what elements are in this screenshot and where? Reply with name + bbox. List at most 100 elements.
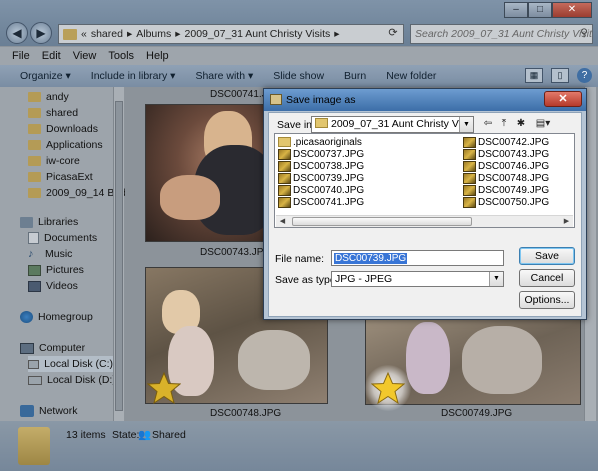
- breadcrumb-more[interactable]: «: [81, 28, 87, 40]
- drive-icon: [28, 375, 42, 385]
- menu-view[interactable]: View: [73, 50, 97, 62]
- file-name: DSC00739.JPG: [293, 172, 365, 184]
- nav-folder-andy[interactable]: andy: [28, 89, 69, 105]
- nav-computer[interactable]: Computer: [20, 340, 85, 356]
- list-item[interactable]: DSC00741.JPG: [278, 196, 364, 208]
- view-menu-icon[interactable]: ▤▾: [533, 117, 553, 131]
- dialog-titlebar[interactable]: Save image as ✕: [264, 89, 586, 111]
- jpg-file-icon: [463, 160, 476, 172]
- folder-icon: [63, 28, 77, 40]
- list-item[interactable]: .picasaoriginals: [278, 136, 362, 148]
- breadcrumb-albums[interactable]: Albums: [136, 28, 171, 40]
- menu-edit[interactable]: Edit: [42, 50, 61, 62]
- maximize-button[interactable]: □: [528, 2, 552, 18]
- nav-homegroup[interactable]: Homegroup: [20, 309, 93, 325]
- list-item[interactable]: DSC00750.JPG: [463, 196, 549, 208]
- up-folder-icon[interactable]: ⤒: [497, 117, 511, 131]
- back-button[interactable]: ◀: [6, 22, 28, 44]
- new-folder-button[interactable]: New folder: [376, 70, 446, 82]
- help-icon[interactable]: ?: [577, 68, 592, 83]
- list-item[interactable]: DSC00749.JPG: [463, 184, 549, 196]
- list-item[interactable]: DSC00742.JPG: [463, 136, 549, 148]
- list-item[interactable]: DSC00738.JPG: [278, 160, 364, 172]
- hscrollbar-thumb[interactable]: [292, 217, 472, 226]
- thumbnail-caption: DSC00749.JPG: [441, 408, 513, 419]
- preview-pane-icon[interactable]: ▯: [551, 68, 569, 83]
- nav-videos[interactable]: Videos: [28, 278, 78, 294]
- nav-drive-d[interactable]: Local Disk (D:): [28, 372, 116, 388]
- file-name: DSC00742.JPG: [478, 136, 550, 148]
- picture-icon: [270, 94, 282, 105]
- details-pane: 13 items State: 👥 Shared: [0, 421, 598, 471]
- file-name-input[interactable]: DSC00739.JPG: [331, 250, 504, 266]
- breadcrumb-current[interactable]: 2009_07_31 Aunt Christy Visits: [185, 28, 331, 40]
- save-in-dropdown[interactable]: 2009_07_31 Aunt Christy Visits ▼: [311, 116, 474, 133]
- list-item[interactable]: DSC00743.JPG: [463, 148, 549, 160]
- nav-music[interactable]: ♪ Music: [28, 246, 72, 262]
- nav-libraries[interactable]: Libraries: [20, 214, 78, 230]
- menu-file[interactable]: File: [12, 50, 30, 62]
- nav-folder-shared[interactable]: shared: [28, 105, 78, 121]
- nav-documents[interactable]: Documents: [28, 230, 97, 246]
- nav-folder-downloads[interactable]: Downloads: [28, 121, 98, 137]
- save-image-dialog: Save image as ✕ Save in: 2009_07_31 Aunt…: [263, 88, 587, 320]
- list-item[interactable]: DSC00748.JPG: [463, 172, 549, 184]
- file-name: DSC00737.JPG: [293, 148, 365, 160]
- nav-network[interactable]: Network: [20, 403, 78, 419]
- search-input[interactable]: Search 2009_07_31 Aunt Christy Visits ⚲: [410, 24, 593, 44]
- menu-help[interactable]: Help: [146, 50, 169, 62]
- breadcrumb-separator-icon: ▸: [126, 28, 133, 40]
- refresh-icon[interactable]: ⟳: [384, 26, 402, 42]
- minimize-button[interactable]: –: [504, 2, 528, 18]
- share-with-button[interactable]: Share with ▾: [185, 70, 263, 82]
- state-value: Shared: [152, 429, 186, 441]
- nav-label: Downloads: [46, 123, 98, 135]
- new-folder-icon[interactable]: ✱: [514, 117, 528, 131]
- file-list[interactable]: .picasaoriginals DSC00737.JPG DSC00738.J…: [274, 133, 575, 228]
- photo-figure: [406, 322, 450, 394]
- menu-tools[interactable]: Tools: [108, 50, 134, 62]
- photo-thumbnail[interactable]: [145, 104, 280, 242]
- nav-label: Applications: [46, 139, 103, 151]
- save-button[interactable]: Save: [519, 247, 575, 265]
- nav-pictures[interactable]: Pictures: [28, 262, 84, 278]
- list-item[interactable]: DSC00739.JPG: [278, 172, 364, 184]
- scroll-left-icon[interactable]: ◀: [276, 216, 289, 227]
- cancel-button[interactable]: Cancel: [519, 269, 575, 287]
- nav-label: Local Disk (C:): [44, 358, 113, 370]
- save-as-type-dropdown[interactable]: JPG - JPEG ▼: [331, 271, 504, 287]
- slide-show-button[interactable]: Slide show: [263, 70, 334, 82]
- view-options-icon[interactable]: ▦: [525, 68, 543, 83]
- nav-folder-iw-core[interactable]: iw-core: [28, 153, 80, 169]
- folder-icon: [28, 92, 41, 102]
- address-bar[interactable]: « shared ▸ Albums ▸ 2009_07_31 Aunt Chri…: [58, 24, 404, 44]
- close-button[interactable]: ✕: [552, 2, 592, 18]
- file-list-hscrollbar[interactable]: ◀ ▶: [276, 215, 573, 227]
- nav-drive-c[interactable]: Local Disk (C:): [28, 356, 113, 372]
- back-arrow-icon[interactable]: ⇦: [481, 117, 495, 131]
- dialog-close-button[interactable]: ✕: [544, 91, 582, 107]
- burn-button[interactable]: Burn: [334, 70, 376, 82]
- list-item[interactable]: DSC00746.JPG: [463, 160, 549, 172]
- videos-icon: [28, 280, 41, 292]
- file-name-label: File name:: [275, 253, 325, 265]
- photo-figure: [160, 175, 220, 220]
- list-item[interactable]: DSC00740.JPG: [278, 184, 364, 196]
- forward-button[interactable]: ▶: [30, 22, 52, 44]
- file-name-value: DSC00739.JPG: [334, 253, 408, 264]
- list-item[interactable]: DSC00737.JPG: [278, 148, 364, 160]
- include-in-library-button[interactable]: Include in library ▾: [81, 70, 186, 82]
- folder-icon: [28, 188, 41, 198]
- organize-button[interactable]: Organize ▾: [0, 70, 81, 82]
- breadcrumb-shared[interactable]: shared: [91, 28, 123, 40]
- nav-scrollbar-thumb[interactable]: [115, 101, 123, 411]
- dialog-body: Save in: 2009_07_31 Aunt Christy Visits …: [268, 112, 582, 317]
- nav-label: PicasaExt: [46, 171, 93, 183]
- options-button[interactable]: Options...: [519, 291, 575, 309]
- scroll-right-icon[interactable]: ▶: [560, 216, 573, 227]
- nav-folder-picasaext[interactable]: PicasaExt: [28, 169, 93, 185]
- thumbnail-caption: DSC00743.JPG: [200, 247, 272, 258]
- nav-scrollbar[interactable]: [113, 87, 124, 421]
- nav-folder-applications[interactable]: Applications: [28, 137, 103, 153]
- save-in-value: 2009_07_31 Aunt Christy Visits: [331, 118, 474, 130]
